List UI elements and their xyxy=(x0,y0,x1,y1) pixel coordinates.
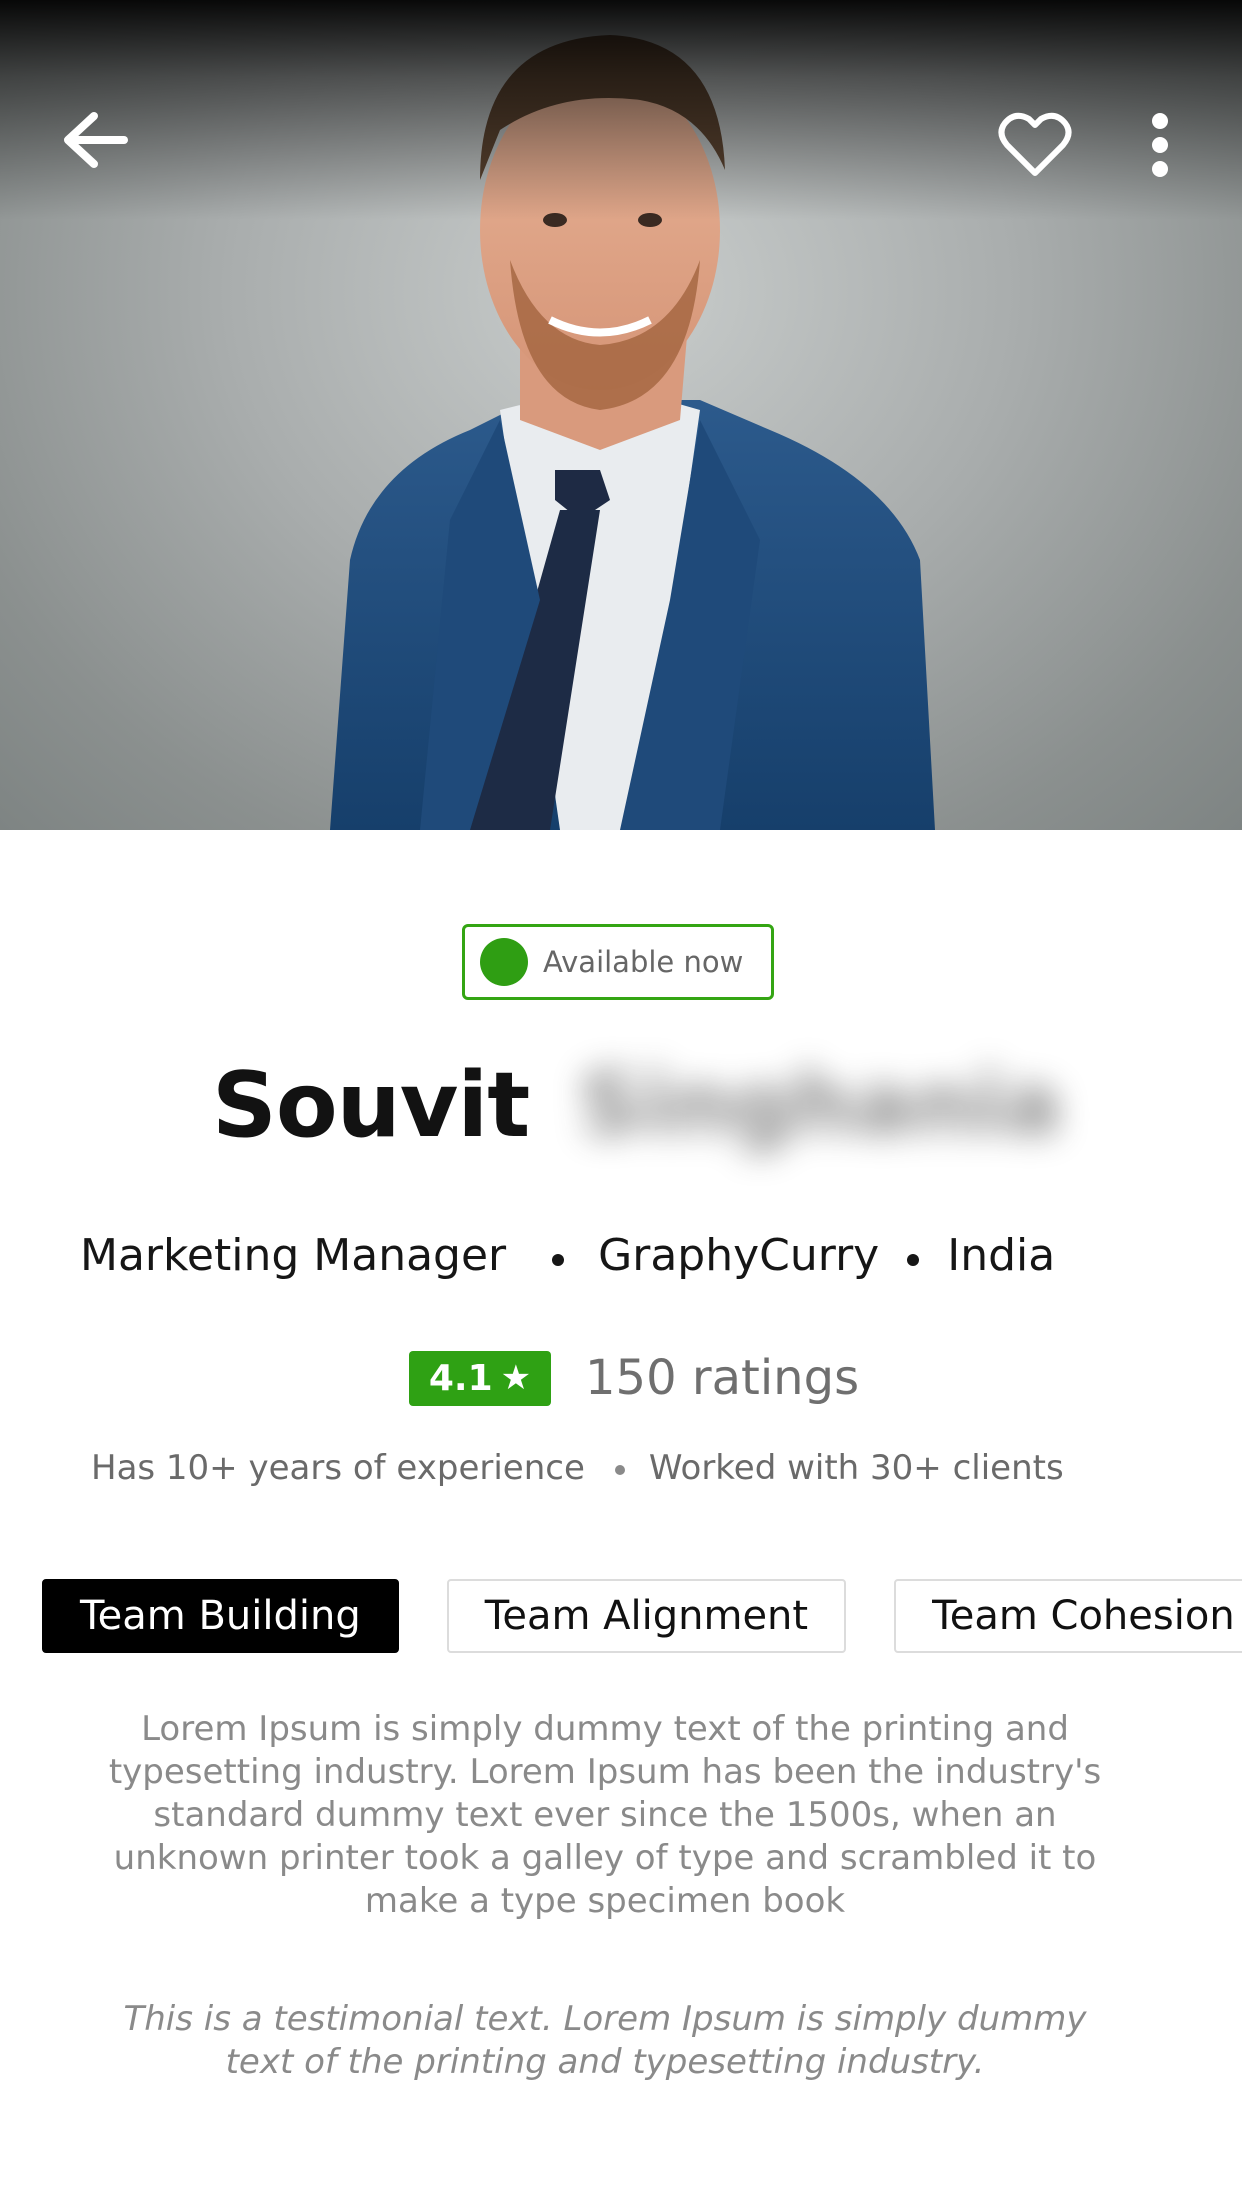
star-icon: ★ xyxy=(500,1358,532,1398)
availability-badge: Available now xyxy=(462,924,774,1000)
separator-dot xyxy=(552,1254,565,1266)
company-name: GraphyCurry xyxy=(598,1229,880,1281)
heart-outline-icon xyxy=(998,112,1072,176)
profile-name: Souvit Singhania xyxy=(212,1050,1061,1160)
status-dot xyxy=(480,938,528,986)
rating-row: 4.1 ★ 150 ratings xyxy=(409,1338,859,1418)
rating-value: 4.1 xyxy=(428,1357,493,1399)
testimonial-text: This is a testimonial text. Lorem Ipsum … xyxy=(123,1999,1087,2082)
role-line: Marketing Manager GraphyCurry India xyxy=(80,1220,1180,1290)
separator-dot xyxy=(614,1465,625,1475)
hero-image xyxy=(0,0,1242,830)
clients-text: Worked with 30+ clients xyxy=(648,1448,1064,1488)
separator-dot xyxy=(907,1254,920,1266)
more-options-button[interactable] xyxy=(1120,95,1200,195)
arrow-left-icon xyxy=(64,112,128,168)
rating-badge: 4.1 ★ xyxy=(409,1350,551,1406)
profile-description: Lorem Ipsum is simply dummy text of the … xyxy=(108,1709,1102,1921)
job-title: Marketing Manager xyxy=(80,1229,507,1281)
tag-team-building[interactable]: Team Building xyxy=(42,1579,399,1653)
tag-team-alignment[interactable]: Team Alignment xyxy=(446,1579,847,1653)
availability-text: Available now xyxy=(543,945,744,979)
back-button[interactable] xyxy=(40,90,150,190)
experience-row: Has 10+ years of experience Worked with … xyxy=(91,1438,1191,1498)
country: India xyxy=(947,1229,1056,1281)
more-vertical-icon xyxy=(1152,113,1168,177)
skill-tags: Team Building Team Alignment Team Cohesi… xyxy=(42,1578,1242,1654)
first-name: Souvit xyxy=(212,1052,530,1158)
favorite-button[interactable] xyxy=(980,90,1090,200)
last-name-blurred: Singhania xyxy=(579,1055,1062,1155)
experience-text: Has 10+ years of experience xyxy=(91,1448,585,1488)
tag-team-cohesion[interactable]: Team Cohesion xyxy=(894,1579,1242,1653)
ratings-count[interactable]: 150 ratings xyxy=(585,1350,859,1406)
